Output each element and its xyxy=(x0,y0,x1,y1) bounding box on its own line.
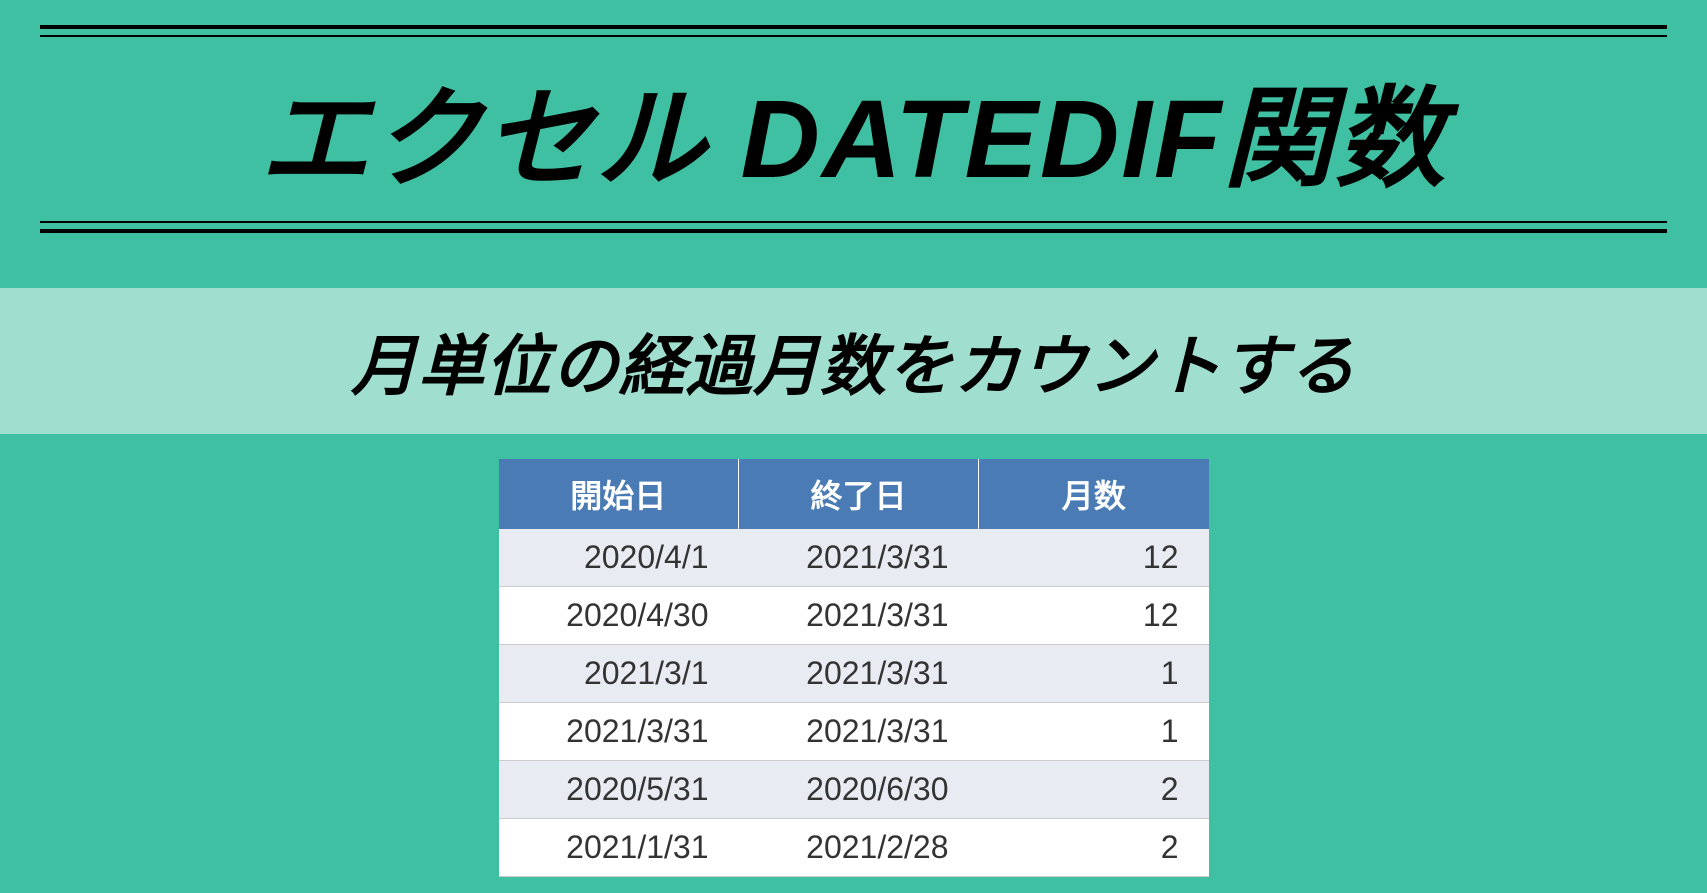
table-row: 2021/3/31 2021/3/31 1 xyxy=(499,703,1209,761)
cell-months: 1 xyxy=(979,703,1209,761)
table-row: 2021/3/1 2021/3/31 1 xyxy=(499,645,1209,703)
table-row: 2020/4/1 2021/3/31 12 xyxy=(499,529,1209,587)
cell-end: 2021/3/31 xyxy=(739,529,979,587)
cell-start: 2021/1/31 xyxy=(499,819,739,877)
subtitle-section: 月単位の経過月数をカウントする xyxy=(0,288,1707,434)
title-bar: エクセル DATEDIF関数 xyxy=(40,25,1667,233)
cell-end: 2020/6/30 xyxy=(739,761,979,819)
data-table: 開始日 終了日 月数 2020/4/1 2021/3/31 12 2020/4/… xyxy=(499,459,1209,877)
cell-end: 2021/3/31 xyxy=(739,645,979,703)
table-body: 2020/4/1 2021/3/31 12 2020/4/30 2021/3/3… xyxy=(499,529,1209,877)
header-end: 終了日 xyxy=(739,459,979,529)
table-row: 2020/5/31 2020/6/30 2 xyxy=(499,761,1209,819)
header-months: 月数 xyxy=(979,459,1209,529)
main-title: エクセル DATEDIF関数 xyxy=(40,29,1667,229)
cell-months: 2 xyxy=(979,761,1209,819)
cell-end: 2021/2/28 xyxy=(739,819,979,877)
table-header-row: 開始日 終了日 月数 xyxy=(499,459,1209,529)
cell-months: 12 xyxy=(979,587,1209,645)
table-row: 2021/1/31 2021/2/28 2 xyxy=(499,819,1209,877)
cell-start: 2020/4/1 xyxy=(499,529,739,587)
cell-months: 2 xyxy=(979,819,1209,877)
table-section: 開始日 終了日 月数 2020/4/1 2021/3/31 12 2020/4/… xyxy=(0,459,1707,877)
cell-start: 2021/3/1 xyxy=(499,645,739,703)
cell-start: 2021/3/31 xyxy=(499,703,739,761)
cell-end: 2021/3/31 xyxy=(739,587,979,645)
cell-end: 2021/3/31 xyxy=(739,703,979,761)
header-start: 開始日 xyxy=(499,459,739,529)
title-section: エクセル DATEDIF関数 xyxy=(0,0,1707,233)
cell-months: 12 xyxy=(979,529,1209,587)
cell-start: 2020/5/31 xyxy=(499,761,739,819)
table-row: 2020/4/30 2021/3/31 12 xyxy=(499,587,1209,645)
cell-start: 2020/4/30 xyxy=(499,587,739,645)
cell-months: 1 xyxy=(979,645,1209,703)
subtitle: 月単位の経過月数をカウントする xyxy=(0,313,1707,409)
